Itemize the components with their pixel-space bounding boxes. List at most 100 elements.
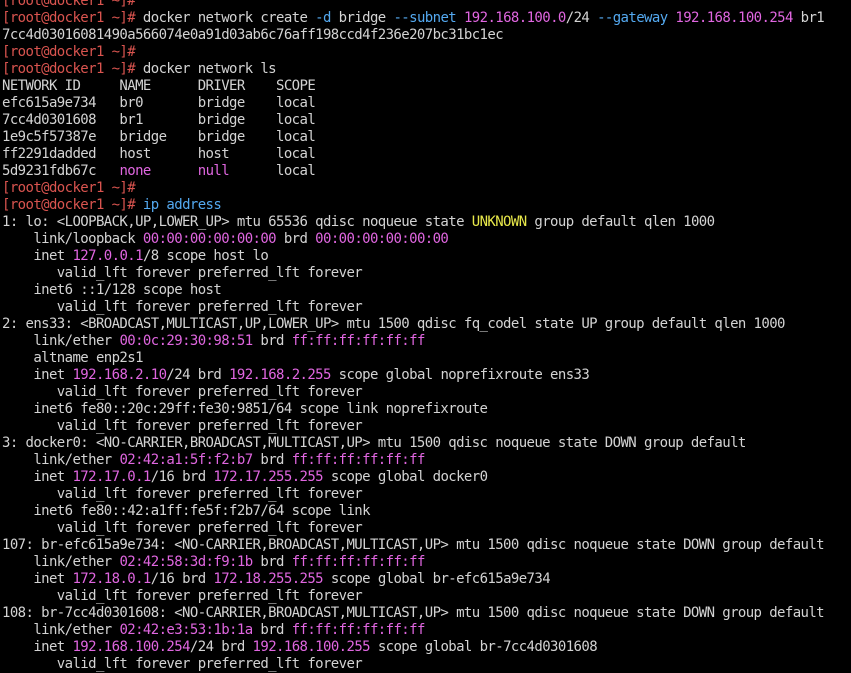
terminal-text: brd: [252, 622, 292, 638]
terminal-text: valid_lft forever preferred_lft forever: [2, 384, 363, 400]
shell-prompt: [root@docker1 ~]#: [2, 180, 136, 196]
terminal-text: /24: [565, 10, 598, 26]
terminal-text: 5d9231fdb67c: [2, 163, 120, 179]
terminal-text: 3: docker0: <NO-CARRIER,BROADCAST,MULTIC…: [2, 435, 746, 451]
terminal-line: efc615a9e734 br0 bridge local: [2, 95, 851, 112]
terminal-line: inet 172.17.0.1/16 brd 172.17.255.255 sc…: [2, 469, 851, 486]
shell-prompt: [root@docker1 ~]#: [2, 197, 143, 213]
terminal-text: 192.168.100.255: [252, 639, 371, 655]
terminal-text: 192.168.2.255: [229, 367, 331, 383]
terminal-text: 2: ens33: <BROADCAST,MULTICAST,UP,LOWER_…: [2, 316, 785, 332]
terminal-line: [root@docker1 ~]# ip address: [2, 197, 851, 214]
terminal-line: [root@docker1 ~]# docker network create …: [2, 10, 851, 27]
terminal-line: inet 127.0.0.1/8 scope host lo: [2, 248, 851, 265]
terminal-text: 172.17.0.1: [72, 469, 151, 485]
terminal-line: 7cc4d03016081490a566074e0a91d03ab6c76aff…: [2, 27, 851, 44]
terminal-text: valid_lft forever preferred_lft forever: [2, 299, 363, 315]
terminal-text: 1e9c5f57387e bridge bridge local: [2, 129, 316, 145]
terminal-line: valid_lft forever preferred_lft forever: [2, 265, 851, 282]
terminal-text: 00:0c:29:30:98:51: [119, 333, 253, 349]
terminal-line: inet 172.18.0.1/16 brd 172.18.255.255 sc…: [2, 571, 851, 588]
terminal-line: inet6 ::1/128 scope host: [2, 282, 851, 299]
terminal-text: ff2291dadded host host local: [2, 146, 316, 162]
terminal-text: 7cc4d0301608 br1 bridge local: [2, 112, 316, 128]
terminal-text: link/ether: [2, 554, 120, 570]
shell-prompt: [root@docker1 ~]#: [2, 61, 143, 77]
terminal-text: 192.168.100.0: [463, 10, 566, 26]
terminal-line: 7cc4d0301608 br1 bridge local: [2, 112, 851, 129]
terminal-text: ip address: [142, 197, 222, 213]
terminal-output[interactable]: [root@docker1 ~]# [root@docker1 ~]# dock…: [2, 0, 851, 673]
terminal-line: 108: br-7cc4d0301608: <NO-CARRIER,BROADC…: [2, 605, 851, 622]
terminal-text: 127.0.0.1: [72, 248, 143, 264]
terminal-text: valid_lft forever preferred_lft forever: [2, 656, 363, 672]
terminal-line: inet6 fe80::20c:29ff:fe30:9851/64 scope …: [2, 401, 851, 418]
terminal-text: scope global br-efc615a9e734: [323, 571, 551, 587]
terminal-text: brd: [252, 333, 292, 349]
terminal-text: link/ether: [2, 452, 120, 468]
terminal-text: ff:ff:ff:ff:ff:ff: [291, 622, 426, 638]
terminal-text: valid_lft forever preferred_lft forever: [2, 265, 363, 281]
terminal-text: UNKNOWN: [471, 214, 527, 230]
terminal-line: link/ether 02:42:e3:53:1b:1a brd ff:ff:f…: [2, 622, 851, 639]
terminal-text: /8 scope host lo: [142, 248, 269, 264]
terminal-text: brd: [276, 231, 316, 247]
terminal-text: group default qlen 1000: [526, 214, 715, 230]
terminal-text: 192.168.100.254: [675, 10, 793, 26]
terminal-line: inet6 fe80::42:a1ff:fe5f:f2b7/64 scope l…: [2, 503, 851, 520]
terminal-line: ff2291dadded host host local: [2, 146, 851, 163]
terminal-line: [root@docker1 ~]#: [2, 0, 851, 10]
terminal-line: 1e9c5f57387e bridge bridge local: [2, 129, 851, 146]
terminal-text: 108: br-7cc4d0301608: <NO-CARRIER,BROADC…: [2, 605, 825, 621]
terminal-text: brd: [252, 452, 292, 468]
terminal-text: 192.168.100.254: [72, 639, 190, 655]
terminal-line: 107: br-efc615a9e734: <NO-CARRIER,BROADC…: [2, 537, 851, 554]
terminal-text: efc615a9e734 br0 bridge local: [2, 95, 316, 111]
terminal-text: ff:ff:ff:ff:ff:ff: [291, 452, 426, 468]
terminal-line: valid_lft forever preferred_lft forever: [2, 384, 851, 401]
terminal-text: 172.18.255.255: [213, 571, 324, 587]
shell-prompt: [root@docker1 ~]#: [2, 10, 143, 26]
terminal-text: inet6 fe80::42:a1ff:fe5f:f2b7/64 scope l…: [2, 503, 370, 519]
terminal-text: none: [119, 163, 151, 179]
terminal-line: inet 192.168.100.254/24 brd 192.168.100.…: [2, 639, 851, 656]
terminal-text: 1: lo: <LOOPBACK,UP,LOWER_UP> mtu 65536 …: [2, 214, 472, 230]
terminal-line: link/ether 02:42:a1:5f:f2:b7 brd ff:ff:f…: [2, 452, 851, 469]
terminal-text: 02:42:e3:53:1b:1a: [119, 622, 253, 638]
terminal-line: link/ether 02:42:58:3d:f9:1b brd ff:ff:f…: [2, 554, 851, 571]
terminal-text: inet: [2, 571, 73, 587]
terminal-text: valid_lft forever preferred_lft forever: [2, 520, 363, 536]
terminal-text: altname enp2s1: [2, 350, 143, 366]
terminal-text: valid_lft forever preferred_lft forever: [2, 588, 363, 604]
terminal-text: /16 brd: [150, 571, 214, 587]
terminal-text: valid_lft forever preferred_lft forever: [2, 418, 363, 434]
terminal-text: docker network ls: [142, 61, 277, 77]
terminal-line: [root@docker1 ~]# docker network ls: [2, 61, 851, 78]
terminal-text: inet: [2, 469, 73, 485]
terminal-text: --gateway: [597, 10, 668, 26]
terminal-text: 192.168.2.10: [72, 367, 167, 383]
terminal-text: 00:00:00:00:00:00: [315, 231, 449, 247]
terminal-line: 1: lo: <LOOPBACK,UP,LOWER_UP> mtu 65536 …: [2, 214, 851, 231]
terminal-line: [root@docker1 ~]#: [2, 180, 851, 197]
terminal-line: valid_lft forever preferred_lft forever: [2, 486, 851, 503]
terminal-line: valid_lft forever preferred_lft forever: [2, 588, 851, 605]
shell-prompt: [root@docker1 ~]#: [2, 0, 143, 9]
shell-prompt: [root@docker1 ~]#: [2, 44, 136, 60]
terminal-text: /24 brd: [166, 367, 230, 383]
terminal-text: inet: [2, 248, 73, 264]
terminal-text: docker network create: [142, 10, 316, 26]
terminal-text: valid_lft forever preferred_lft forever: [2, 486, 363, 502]
terminal-text: scope global docker0: [323, 469, 488, 485]
terminal-text: inet: [2, 639, 73, 655]
terminal-line: 3: docker0: <NO-CARRIER,BROADCAST,MULTIC…: [2, 435, 851, 452]
terminal-line: 2: ens33: <BROADCAST,MULTICAST,UP,LOWER_…: [2, 316, 851, 333]
terminal-text: 7cc4d03016081490a566074e0a91d03ab6c76aff…: [2, 27, 504, 43]
terminal-line: link/loopback 00:00:00:00:00:00 brd 00:0…: [2, 231, 851, 248]
terminal-line: valid_lft forever preferred_lft forever: [2, 299, 851, 316]
terminal-text: link/ether: [2, 333, 120, 349]
terminal-text: 172.18.0.1: [72, 571, 151, 587]
terminal-text: link/loopback: [2, 231, 143, 247]
terminal-text: null: [197, 163, 230, 179]
